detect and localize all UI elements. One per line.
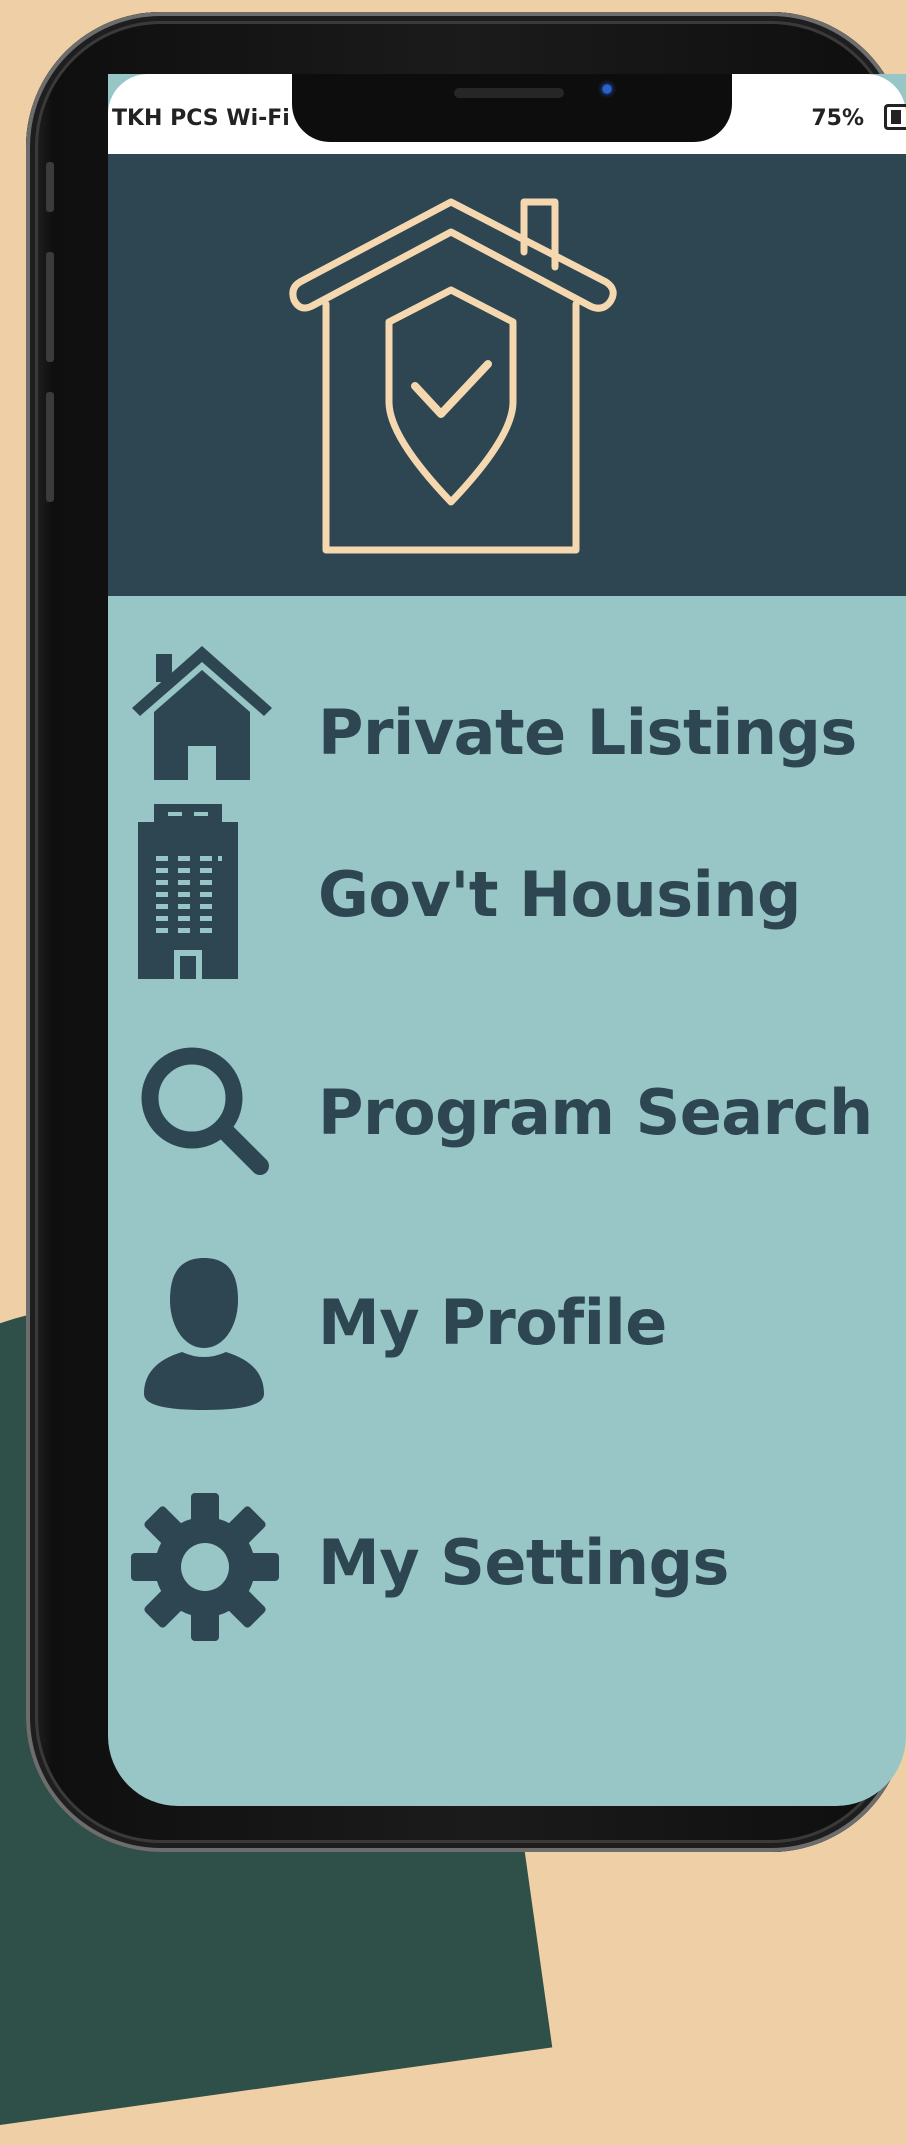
menu-label-private-listings: Private Listings [318, 696, 857, 769]
menu-label-program-search: Program Search [318, 1076, 873, 1149]
speaker-grille [454, 88, 564, 98]
building-icon [138, 804, 238, 979]
menu-item-program-search[interactable]: Program Search [108, 1047, 906, 1226]
menu-label-govt-housing: Gov't Housing [318, 858, 801, 931]
phone-notch [292, 74, 732, 142]
phone-frame: TKH PCS Wi-Fi 75% Private Listings Gov't… [26, 12, 906, 1852]
menu-item-my-settings[interactable]: My Settings [108, 1493, 906, 1676]
volume-down-button [46, 392, 54, 502]
search-icon [141, 1047, 269, 1175]
carrier-label: TKH PCS Wi-Fi [112, 106, 290, 131]
menu-label-my-profile: My Profile [318, 1286, 667, 1359]
user-icon [144, 1258, 264, 1410]
menu-item-govt-housing[interactable]: Gov't Housing [108, 804, 906, 986]
app-header [108, 154, 906, 596]
battery-percentage: 75% [811, 106, 864, 131]
house-icon [132, 646, 272, 780]
mute-switch [46, 162, 54, 212]
app-screen: TKH PCS Wi-Fi 75% Private Listings Gov't… [108, 74, 906, 1806]
front-camera [598, 80, 616, 98]
house-shield-check-icon [289, 198, 617, 554]
menu-item-private-listings[interactable]: Private Listings [108, 646, 906, 806]
gear-icon [131, 1493, 279, 1641]
battery-icon [884, 104, 906, 130]
menu-item-my-profile[interactable]: My Profile [108, 1258, 906, 1446]
menu-label-my-settings: My Settings [318, 1526, 729, 1599]
volume-up-button [46, 252, 54, 362]
